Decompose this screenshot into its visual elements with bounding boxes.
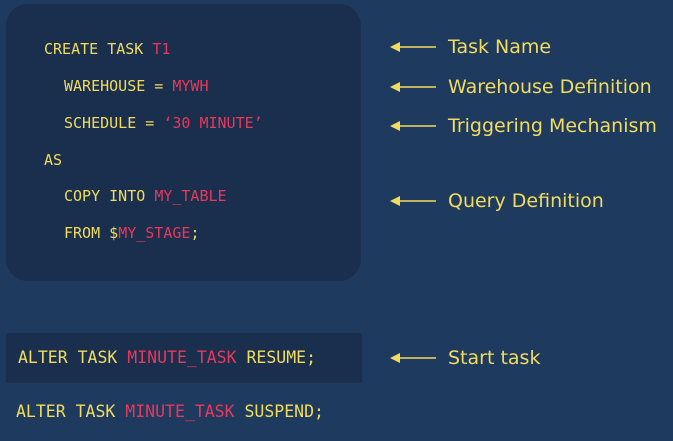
annotation-label: Warehouse Definition bbox=[448, 76, 652, 98]
annotation-label: Start task bbox=[448, 347, 541, 369]
annotation-label: Task Name bbox=[448, 36, 552, 58]
keyword: SUSPEND; bbox=[244, 402, 324, 421]
stage-name: MY_STAGE bbox=[118, 224, 191, 242]
annotation-start-task: Start task bbox=[390, 347, 540, 369]
table-name: MY_TABLE bbox=[154, 187, 227, 205]
task-name: T1 bbox=[152, 40, 171, 58]
arrow-left-icon bbox=[390, 121, 436, 131]
code-line-suspend: ALTER TASK MINUTE_TASK SUSPEND; bbox=[16, 403, 324, 421]
keyword: SCHEDULE = bbox=[64, 114, 155, 132]
code-line-from: FROM $MY_STAGE; bbox=[64, 224, 199, 242]
arrow-left-icon bbox=[390, 353, 436, 363]
keyword: AS bbox=[44, 151, 63, 169]
warehouse-name: MYWH bbox=[172, 77, 209, 95]
keyword: ALTER TASK bbox=[18, 348, 118, 367]
code-line-resume: ALTER TASK MINUTE_TASK RESUME; bbox=[18, 349, 316, 367]
arrow-left-icon bbox=[390, 82, 436, 92]
task-name: MINUTE_TASK bbox=[127, 348, 237, 367]
keyword: CREATE TASK bbox=[44, 40, 144, 58]
code-line-create-task: CREATE TASK T1 bbox=[44, 40, 170, 58]
annotation-warehouse-definition: Warehouse Definition bbox=[390, 76, 652, 98]
annotation-task-name: Task Name bbox=[390, 36, 551, 58]
annotation-label: Triggering Mechanism bbox=[448, 115, 657, 137]
annotation-query-definition: Query Definition bbox=[390, 190, 604, 212]
schedule-value: ‘30 MINUTE’ bbox=[163, 114, 263, 132]
annotation-triggering-mechanism: Triggering Mechanism bbox=[390, 115, 657, 137]
code-line-as: AS bbox=[44, 151, 62, 169]
semicolon: ; bbox=[190, 224, 200, 242]
keyword: WAREHOUSE = bbox=[64, 77, 164, 95]
keyword: FROM $ bbox=[64, 224, 119, 242]
task-name: MINUTE_TASK bbox=[125, 402, 235, 421]
arrow-left-icon bbox=[390, 42, 436, 52]
arrow-left-icon bbox=[390, 196, 436, 206]
keyword: ALTER TASK bbox=[16, 402, 116, 421]
keyword: COPY INTO bbox=[64, 187, 146, 205]
code-line-copy-into: COPY INTO MY_TABLE bbox=[64, 187, 227, 205]
keyword: RESUME; bbox=[246, 348, 317, 367]
annotation-label: Query Definition bbox=[448, 190, 604, 212]
code-line-schedule: SCHEDULE = ‘30 MINUTE’ bbox=[64, 114, 263, 132]
code-line-warehouse: WAREHOUSE = MYWH bbox=[64, 77, 209, 95]
